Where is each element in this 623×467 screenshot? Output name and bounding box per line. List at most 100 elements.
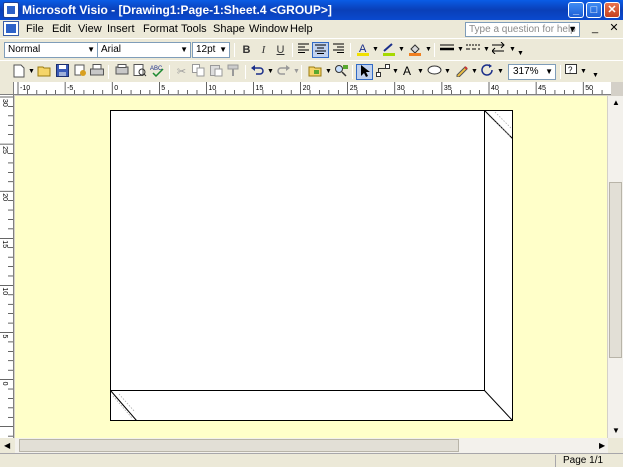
style-select[interactable]: Normal ▼ <box>4 42 98 58</box>
chevron-down-icon[interactable]: ▼ <box>372 46 379 53</box>
text-color-icon[interactable]: A <box>354 42 371 58</box>
ruler-label: 20 <box>303 85 311 92</box>
horizontal-ruler: -10 -5 0 5 10 15 20 25 30 35 40 45 50 <box>14 82 611 95</box>
pencil-tool-icon[interactable] <box>453 64 470 80</box>
drawing-canvas[interactable] <box>15 96 607 438</box>
chevron-down-icon[interactable]: ▼ <box>87 43 95 57</box>
chevron-down-icon[interactable]: ▼ <box>545 65 553 79</box>
shape-search-icon[interactable] <box>333 64 350 80</box>
fill-color-icon[interactable] <box>406 42 423 58</box>
menu-insert[interactable]: Insert <box>107 23 135 35</box>
rotate-icon[interactable] <box>479 64 496 80</box>
italic-button[interactable]: I <box>255 42 272 58</box>
close-button[interactable]: ✕ <box>604 2 620 18</box>
pointer-tool-icon[interactable] <box>356 64 373 80</box>
preview-icon[interactable] <box>131 64 148 80</box>
paste-icon[interactable] <box>208 64 225 80</box>
chevron-down-icon[interactable]: ▼ <box>425 46 432 53</box>
help-search-input[interactable]: Type a question for help ▼ <box>465 22 580 37</box>
chevron-down-icon[interactable]: ▼ <box>580 68 587 75</box>
doc-close-button[interactable]: ✕ <box>607 22 621 36</box>
chevron-down-icon[interactable]: ▼ <box>471 68 478 75</box>
line-ends-icon[interactable] <box>490 41 507 58</box>
align-center-icon[interactable] <box>312 42 329 58</box>
chevron-down-icon[interactable]: ▼ <box>417 68 424 75</box>
chevron-down-icon[interactable]: ▼ <box>392 68 399 75</box>
formatting-toolbar: Normal ▼ Arial ▼ 12pt ▼ B I U A ▼ ▼ ▼ ▼ … <box>0 38 623 60</box>
redo-icon[interactable] <box>275 64 292 80</box>
chevron-down-icon[interactable]: ▼ <box>509 46 516 53</box>
print-preview-icon[interactable] <box>113 64 130 80</box>
line-color-icon[interactable] <box>380 42 397 58</box>
chevron-down-icon[interactable]: ▼ <box>457 46 464 53</box>
align-left-icon[interactable] <box>295 42 312 58</box>
chevron-down-icon[interactable]: ▼ <box>293 68 300 75</box>
font-select[interactable]: Arial ▼ <box>97 42 191 58</box>
menu-format[interactable]: Format <box>143 23 178 35</box>
help-icon[interactable]: ? <box>563 64 580 80</box>
menu-edit[interactable]: Edit <box>52 23 71 35</box>
menu-file[interactable]: File <box>26 23 44 35</box>
vertical-scroll-thumb[interactable] <box>609 182 622 358</box>
separator <box>292 43 293 57</box>
chevron-down-icon[interactable]: ▼ <box>267 68 274 75</box>
font-size-select[interactable]: 12pt ▼ <box>192 42 230 58</box>
chevron-down-icon[interactable]: ▼ <box>398 46 405 53</box>
menu-view[interactable]: View <box>78 23 102 35</box>
menu-tools[interactable]: Tools <box>181 23 207 35</box>
horizontal-scrollbar[interactable]: ◀ ▶ <box>4 438 608 453</box>
maximize-button[interactable]: □ <box>586 2 602 18</box>
standard-toolbar: ▼ ABC ✂ ▼ ▼ ▼ ▼ A ▼ ▼ ▼ ▼ 317% ▼ ? ▼ ▼ <box>0 60 623 82</box>
vertical-scrollbar[interactable]: ▲ ▼ <box>608 96 623 438</box>
chevron-down-icon[interactable]: ▼ <box>325 68 332 75</box>
drawing-page <box>110 110 513 421</box>
scroll-down-icon[interactable]: ▼ <box>612 426 620 435</box>
line-weight-icon[interactable] <box>438 42 455 58</box>
copy-icon[interactable] <box>190 64 207 80</box>
chevron-down-icon[interactable]: ▼ <box>568 23 577 36</box>
document-icon[interactable] <box>3 21 19 36</box>
toolbar-options-icon[interactable]: ▼ <box>517 50 524 57</box>
save-icon[interactable] <box>54 64 71 80</box>
permission-icon[interactable] <box>71 64 88 80</box>
visio-app-icon[interactable] <box>3 2 19 18</box>
connector-tool-icon[interactable] <box>374 64 391 80</box>
cut-icon[interactable]: ✂ <box>173 64 190 80</box>
scroll-left-icon[interactable]: ◀ <box>4 441 10 450</box>
menu-bar: File Edit View Insert Format Tools Shape… <box>0 20 623 38</box>
zoom-select[interactable]: 317% ▼ <box>508 64 556 80</box>
chevron-down-icon[interactable]: ▼ <box>180 43 188 57</box>
ruler-label: 35 <box>444 85 452 92</box>
chevron-down-icon[interactable]: ▼ <box>483 46 490 53</box>
underline-button[interactable]: U <box>272 42 289 58</box>
ruler-corner[interactable] <box>0 82 14 95</box>
open-icon[interactable] <box>36 64 53 80</box>
group-shape[interactable] <box>110 110 513 421</box>
doc-minimize-button[interactable]: _ <box>588 22 602 36</box>
undo-icon[interactable] <box>249 64 266 80</box>
chevron-down-icon[interactable]: ▼ <box>219 43 227 57</box>
ellipse-tool-icon[interactable] <box>426 64 443 80</box>
menu-help[interactable]: Help <box>290 23 313 35</box>
menu-window[interactable]: Window <box>249 23 288 35</box>
toolbar-options-icon[interactable]: ▼ <box>592 72 599 79</box>
vertical-ruler: 30 25 20 15 10 5 0 <box>0 95 14 438</box>
menu-shape[interactable]: Shape <box>213 23 245 35</box>
new-icon[interactable] <box>10 64 27 80</box>
page-indicator: Page 1/1 <box>563 455 604 466</box>
scroll-right-icon[interactable]: ▶ <box>599 441 605 450</box>
align-right-icon[interactable] <box>330 42 347 58</box>
chevron-down-icon[interactable]: ▼ <box>28 68 35 75</box>
print-icon[interactable] <box>88 64 105 80</box>
scroll-up-icon[interactable]: ▲ <box>612 98 620 107</box>
minimize-button[interactable]: _ <box>568 2 584 18</box>
spelling-icon[interactable]: ABC <box>149 64 166 80</box>
line-pattern-icon[interactable] <box>464 42 481 58</box>
chevron-down-icon[interactable]: ▼ <box>444 68 451 75</box>
shapes-icon[interactable] <box>307 64 324 80</box>
bold-button[interactable]: B <box>238 42 255 58</box>
chevron-down-icon[interactable]: ▼ <box>497 68 504 75</box>
horizontal-scroll-thumb[interactable] <box>19 439 459 452</box>
text-tool-icon[interactable]: A <box>399 64 416 80</box>
format-painter-icon[interactable] <box>225 64 242 80</box>
